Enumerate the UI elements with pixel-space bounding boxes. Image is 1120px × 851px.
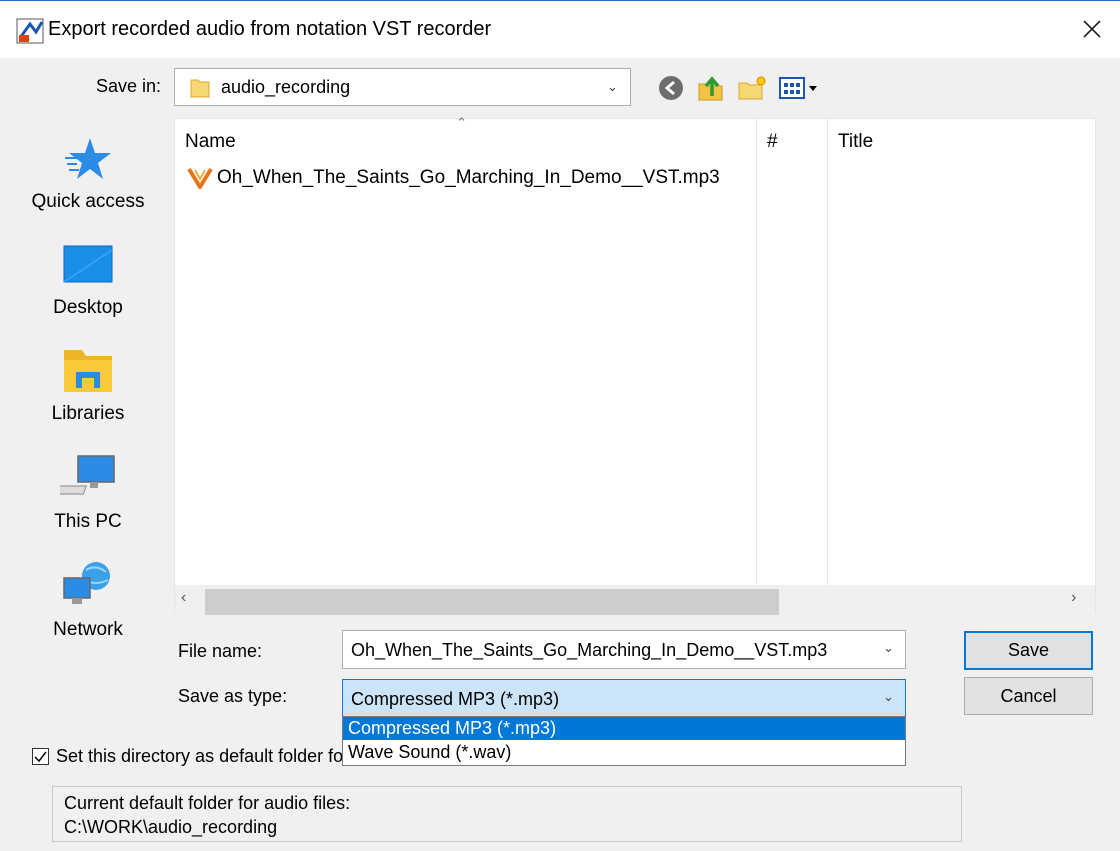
file-row[interactable]: Oh_When_The_Saints_Go_Marching_In_Demo__…	[187, 167, 720, 193]
column-header-title[interactable]: Title	[838, 131, 873, 153]
column-divider[interactable]	[756, 119, 757, 585]
computer-icon	[48, 455, 115, 495]
place-label: This PC	[54, 511, 122, 532]
place-network[interactable]: Network	[12, 560, 164, 641]
close-icon[interactable]	[1078, 15, 1106, 43]
type-option-mp3[interactable]: Compressed MP3 (*.mp3)	[343, 717, 905, 740]
desktop-icon	[63, 245, 113, 283]
libraries-icon	[64, 350, 112, 392]
save-as-type-select[interactable]: Compressed MP3 (*.mp3) ⌄	[342, 679, 906, 717]
view-menu-icon[interactable]	[778, 74, 820, 102]
type-option-wav[interactable]: Wave Sound (*.wav)	[343, 741, 905, 764]
save-as-type-dropdown[interactable]: Compressed MP3 (*.mp3) Wave Sound (*.wav…	[342, 716, 906, 766]
file-name-label: File name:	[178, 641, 263, 661]
star-icon	[65, 138, 111, 179]
column-header-name[interactable]: Name	[185, 131, 236, 153]
place-label: Libraries	[51, 403, 125, 424]
save-as-type-value: Compressed MP3 (*.mp3)	[351, 689, 560, 709]
cancel-button[interactable]: Cancel	[964, 677, 1093, 715]
places-bar: Quick access Desktop Libraries This PC N…	[12, 118, 164, 710]
checkmark-icon	[34, 751, 47, 763]
mp3-file-icon	[187, 167, 213, 189]
save-as-type-label: Save as type:	[178, 686, 288, 706]
place-quick-access[interactable]: Quick access	[12, 136, 164, 213]
file-name: Oh_When_The_Saints_Go_Marching_In_Demo__…	[217, 167, 720, 189]
column-divider[interactable]	[827, 119, 828, 585]
new-folder-icon[interactable]	[736, 74, 768, 102]
title-bar: Export recorded audio from notation VST …	[0, 0, 1120, 58]
file-name-input[interactable]: Oh_When_The_Saints_Go_Marching_In_Demo__…	[342, 630, 906, 669]
place-desktop[interactable]: Desktop	[12, 242, 164, 319]
save-in-label: Save in:	[96, 76, 162, 96]
file-list[interactable]: ⌃ Name # Title Oh_When_The_Saints_Go_Mar…	[174, 115, 1096, 615]
save-button[interactable]: Save	[964, 631, 1093, 670]
network-icon	[63, 562, 110, 604]
default-folder-checkbox-label[interactable]: Set this directory as default folder for…	[56, 746, 342, 767]
scroll-right-icon[interactable]: ›	[1071, 589, 1076, 607]
folder-icon	[190, 79, 210, 98]
column-header-number[interactable]: #	[767, 131, 778, 153]
sort-ascending-icon: ⌃	[456, 115, 467, 130]
place-label: Quick access	[31, 191, 145, 212]
scrollbar-thumb[interactable]	[205, 589, 779, 615]
place-this-pc[interactable]: This PC	[12, 454, 164, 533]
window-title: Export recorded audio from notation VST …	[48, 18, 492, 40]
default-folder-checkbox[interactable]	[32, 748, 49, 765]
back-icon[interactable]	[656, 74, 686, 102]
save-in-combo[interactable]: audio_recording ⌄	[174, 68, 631, 106]
chevron-down-icon[interactable]: ⌄	[883, 640, 894, 656]
horizontal-scrollbar[interactable]: ‹ ›	[175, 585, 1095, 615]
scroll-left-icon[interactable]: ‹	[181, 589, 186, 607]
default-folder-info: Current default folder for audio files: …	[52, 786, 962, 842]
up-folder-icon[interactable]	[696, 74, 726, 102]
chevron-down-icon[interactable]: ⌄	[883, 689, 894, 705]
chevron-down-icon: ⌄	[607, 79, 618, 94]
place-label: Desktop	[53, 297, 123, 318]
app-icon	[16, 18, 44, 44]
save-in-value: audio_recording	[221, 77, 351, 97]
info-heading: Current default folder for audio files:	[64, 793, 351, 813]
place-label: Network	[53, 619, 123, 640]
place-libraries[interactable]: Libraries	[12, 348, 164, 425]
file-name-value: Oh_When_The_Saints_Go_Marching_In_Demo__…	[351, 640, 828, 660]
info-path: C:\WORK\audio_recording	[64, 817, 278, 837]
